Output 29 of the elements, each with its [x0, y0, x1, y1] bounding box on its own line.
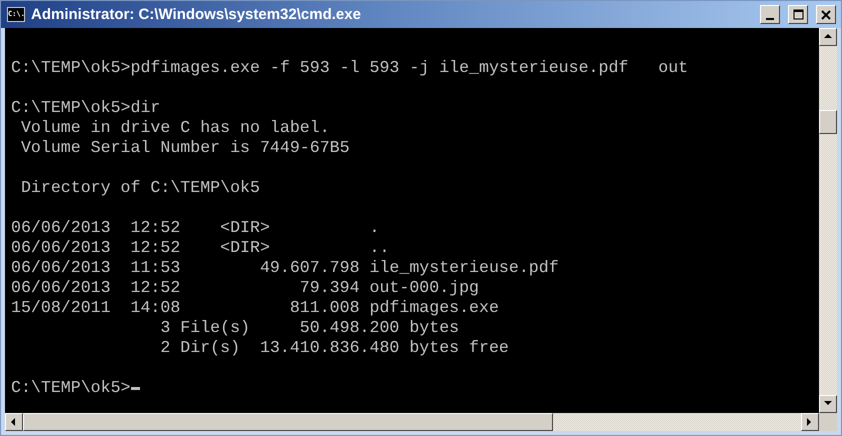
minimize-icon [766, 18, 774, 20]
console-line: 2 Dir(s) 13.410.836.480 bytes free [159, 338, 510, 358]
console-line: Directory of C:\TEMP\ok5 [20, 178, 261, 198]
scroll-up-button[interactable] [819, 28, 837, 46]
console-line: C:\TEMP\ok5>pdfimages.exe -f 593 -l 593 -j ile_mysterieuse.pdf out [11, 58, 690, 78]
console-line: 06/06/2013 12:52 79.394 out-000.jpg [11, 278, 480, 298]
maximize-icon [792, 9, 804, 20]
vertical-scrollbar[interactable] [819, 28, 837, 413]
console-line: 06/06/2013 11:53 49.607.798 ile_mysterieuse.pdf [11, 258, 560, 278]
scroll-thumb[interactable] [23, 413, 553, 431]
resize-grip[interactable] [819, 413, 837, 431]
console-line: Volume Serial Number is 7449-67B5 [20, 138, 351, 158]
close-icon [821, 10, 831, 20]
scroll-left-button[interactable] [5, 413, 23, 431]
close-button[interactable] [816, 5, 836, 24]
console-line: 3 File(s) 50.498.200 bytes [159, 318, 460, 338]
scroll-thumb[interactable] [819, 110, 837, 134]
scroll-down-button[interactable] [819, 395, 837, 413]
console-line: Volume in drive C has no label. [20, 118, 331, 138]
horizontal-scrollbar[interactable] [5, 413, 819, 431]
maximize-button[interactable] [788, 5, 808, 24]
console-line: 06/06/2013 12:52 <DIR> . [11, 218, 380, 238]
console-line: C:\TEMP\ok5>dir [11, 98, 162, 118]
window-title: Administrator: C:\Windows\system32\cmd.exe [31, 6, 362, 23]
scroll-right-button[interactable] [801, 413, 819, 431]
console-line: 15/08/2011 14:08 811.008 pdfimages.exe [11, 298, 500, 318]
minimize-button[interactable] [760, 5, 780, 24]
console-line: 06/06/2013 12:52 <DIR> .. [11, 238, 390, 258]
command-prompt: C:\TEMP\ok5> [11, 378, 130, 398]
